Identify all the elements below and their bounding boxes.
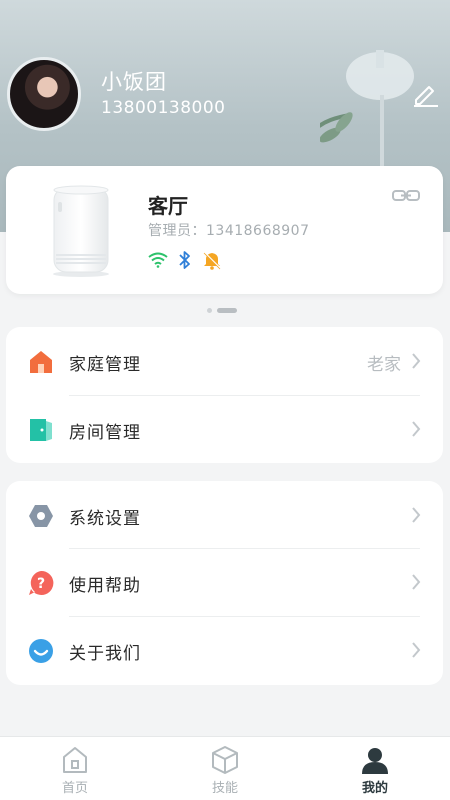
management-card: 家庭管理 老家 房间管理 xyxy=(6,327,443,463)
menu-item-about[interactable]: 关于我们 xyxy=(6,616,443,684)
tab-label: 技能 xyxy=(211,781,238,796)
carousel-dot xyxy=(207,308,212,313)
menu-item-rooms[interactable]: 房间管理 xyxy=(6,395,443,463)
chevron-right-icon xyxy=(412,353,421,369)
settings-card: 系统设置 ? 使用帮助 关于我们 xyxy=(6,481,443,685)
menu-value: 老家 xyxy=(367,355,401,375)
door-icon xyxy=(30,419,52,441)
chevron-right-icon xyxy=(412,574,421,590)
admin-phone: 管理员：13418668907 xyxy=(148,223,310,239)
bell-mute-icon xyxy=(203,251,221,270)
svg-text:?: ? xyxy=(37,576,45,592)
bottom-tab-bar: 首页 技能 我的 xyxy=(0,736,450,800)
home-tab-icon xyxy=(63,747,87,773)
menu-label: 家庭管理 xyxy=(69,355,141,375)
link-icon[interactable] xyxy=(392,188,420,204)
device-status-icons xyxy=(148,248,222,272)
skill-cube-icon xyxy=(212,746,238,774)
menu-label: 关于我们 xyxy=(69,644,141,664)
room-name: 客厅 xyxy=(148,194,188,218)
user-name: 小饭团 xyxy=(101,70,167,94)
menu-label: 房间管理 xyxy=(69,423,141,443)
chevron-right-icon xyxy=(412,421,421,437)
chevron-right-icon xyxy=(412,642,421,658)
settings-hex-icon xyxy=(29,505,53,527)
profile-tab-icon xyxy=(362,748,388,774)
smart-speaker-image xyxy=(53,185,109,277)
menu-item-settings[interactable]: 系统设置 xyxy=(6,481,443,549)
bluetooth-icon xyxy=(179,251,190,269)
menu-item-family[interactable]: 家庭管理 老家 xyxy=(6,327,443,395)
menu-label: 使用帮助 xyxy=(69,576,141,596)
tab-home[interactable]: 首页 xyxy=(0,737,150,800)
tab-label: 首页 xyxy=(61,781,88,796)
tab-profile[interactable]: 我的 xyxy=(300,737,450,800)
device-card[interactable]: 客厅 管理员：13418668907 xyxy=(6,166,443,294)
home-icon xyxy=(30,351,52,373)
avatar[interactable] xyxy=(7,57,81,131)
tab-skills[interactable]: 技能 xyxy=(150,737,300,800)
menu-item-help[interactable]: ? 使用帮助 xyxy=(6,548,443,616)
tab-label: 我的 xyxy=(361,781,388,796)
smile-icon xyxy=(29,639,53,663)
chevron-right-icon xyxy=(412,507,421,523)
user-phone: 13800138000 xyxy=(101,98,226,118)
edit-icon[interactable] xyxy=(410,78,440,108)
menu-label: 系统设置 xyxy=(69,509,141,529)
carousel-dot-active xyxy=(217,308,237,313)
help-icon: ? xyxy=(29,570,54,595)
wifi-icon xyxy=(148,252,168,268)
carousel-indicator xyxy=(207,308,237,313)
